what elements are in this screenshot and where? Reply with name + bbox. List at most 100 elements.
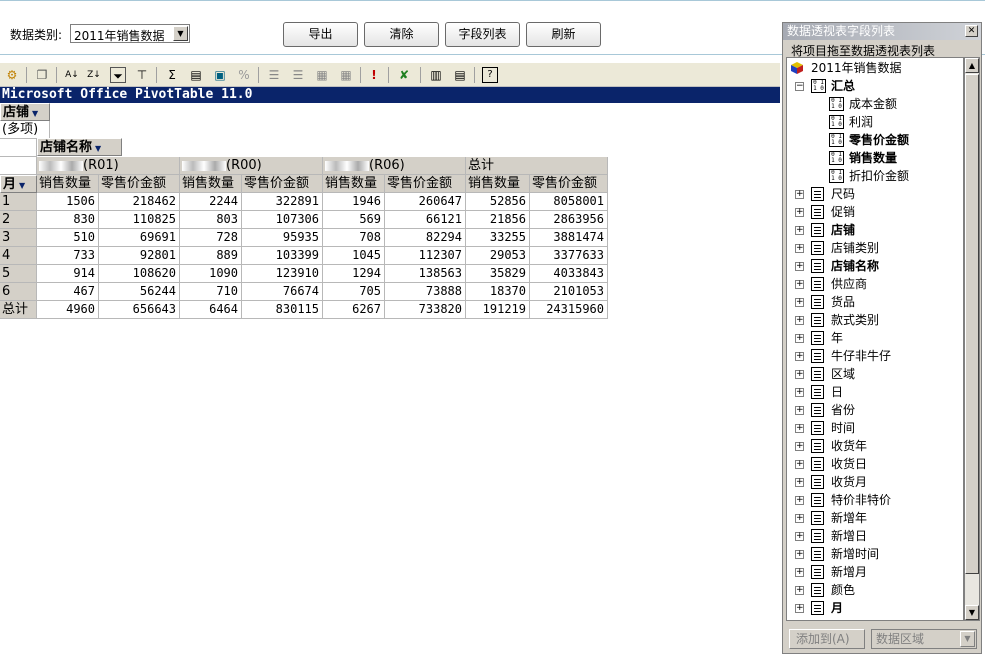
copy-icon[interactable]: ❐ (34, 67, 50, 83)
refresh-button[interactable]: 刷新 (526, 22, 601, 47)
collapse-icon[interactable]: ☰ (290, 67, 306, 83)
data-cell[interactable]: 728 (180, 229, 242, 247)
expand-icon[interactable]: + (795, 262, 804, 271)
expand-icon[interactable]: + (795, 280, 804, 289)
data-cell[interactable]: 92801 (99, 247, 180, 265)
chevron-down-icon[interactable]: ▼ (173, 26, 188, 41)
format-report-icon[interactable]: ⚙ (4, 67, 20, 83)
data-cell[interactable]: 8058001 (530, 193, 608, 211)
expand-icon[interactable]: + (795, 244, 804, 253)
expand-icon[interactable]: + (795, 424, 804, 433)
data-cell[interactable]: 56244 (99, 283, 180, 301)
data-cell[interactable]: 569 (323, 211, 385, 229)
expand-icon[interactable]: + (795, 496, 804, 505)
data-cell[interactable]: 4033843 (530, 265, 608, 283)
measure-header-quantity[interactable]: 销售数量 (37, 175, 99, 193)
show-details-icon[interactable]: ▦ (314, 67, 330, 83)
row-label-month[interactable]: 6 (0, 283, 37, 301)
calculated-field-icon[interactable]: ▣ (212, 67, 228, 83)
expand-icon[interactable]: + (795, 388, 804, 397)
data-cell[interactable]: 108620 (99, 265, 180, 283)
measure-header-amount[interactable]: 零售价金额 (530, 175, 608, 193)
row-label-month[interactable]: 4 (0, 247, 37, 265)
field-list-button[interactable]: 字段列表 (445, 22, 520, 47)
expand-icon[interactable]: + (795, 352, 804, 361)
data-cell[interactable]: 914 (37, 265, 99, 283)
data-cell[interactable]: 82294 (385, 229, 466, 247)
chevron-down-icon[interactable]: ▼ (960, 631, 975, 647)
data-cell[interactable]: 708 (323, 229, 385, 247)
row-field-month[interactable]: 月 ▼ (0, 175, 37, 193)
grand-total-cell[interactable]: 733820 (385, 301, 466, 319)
data-cell[interactable]: 66121 (385, 211, 466, 229)
data-cell[interactable]: 95935 (242, 229, 323, 247)
add-to-button[interactable]: 添加到(A) (789, 629, 865, 649)
data-cell[interactable]: 35829 (466, 265, 530, 283)
scroll-thumb[interactable] (965, 74, 979, 574)
area-select[interactable]: 数据区域 ▼ (871, 629, 977, 649)
data-cell[interactable]: 803 (180, 211, 242, 229)
expand-icon[interactable]: + (795, 226, 804, 235)
row-label-month[interactable]: 3 (0, 229, 37, 247)
data-cell[interactable]: 710 (180, 283, 242, 301)
data-cell[interactable]: 103399 (242, 247, 323, 265)
expand-icon[interactable]: + (795, 478, 804, 487)
expand-icon[interactable]: + (795, 370, 804, 379)
expand-icon[interactable]: + (795, 514, 804, 523)
data-cell[interactable]: 110825 (99, 211, 180, 229)
data-cell[interactable]: 73888 (385, 283, 466, 301)
expand-icon[interactable]: + (795, 568, 804, 577)
autosum-icon[interactable]: Σ (164, 67, 180, 83)
export-excel-icon[interactable]: ✘ (396, 67, 412, 83)
export-button[interactable]: 导出 (283, 22, 358, 47)
data-cell[interactable]: 18370 (466, 283, 530, 301)
data-cell[interactable]: 889 (180, 247, 242, 265)
data-cell[interactable]: 733 (37, 247, 99, 265)
expand-icon[interactable]: + (795, 532, 804, 541)
grand-total-cell[interactable]: 6464 (180, 301, 242, 319)
measure-header-quantity[interactable]: 销售数量 (180, 175, 242, 193)
data-cell[interactable]: 2863956 (530, 211, 608, 229)
data-cell[interactable]: 3881474 (530, 229, 608, 247)
data-cell[interactable]: 705 (323, 283, 385, 301)
expand-icon[interactable]: + (795, 604, 804, 613)
data-cell[interactable]: 830 (37, 211, 99, 229)
page-field-store[interactable]: 店铺 ▼ (0, 103, 50, 121)
grand-total-cell[interactable]: 6267 (323, 301, 385, 319)
grand-total-cell[interactable]: 830115 (242, 301, 323, 319)
data-cell[interactable]: 510 (37, 229, 99, 247)
data-cell[interactable]: 138563 (385, 265, 466, 283)
data-cell[interactable]: 1946 (323, 193, 385, 211)
data-cell[interactable]: 69691 (99, 229, 180, 247)
expand-icon[interactable]: + (795, 316, 804, 325)
row-label-month[interactable]: 1 (0, 193, 37, 211)
expand-icon[interactable]: + (795, 298, 804, 307)
grand-total-label[interactable]: 总计 (0, 301, 37, 319)
field-list-icon[interactable]: ▥ (428, 67, 444, 83)
clear-button[interactable]: 清除 (364, 22, 439, 47)
subtotal-icon[interactable]: ▤ (188, 67, 204, 83)
measure-header-amount[interactable]: 零售价金额 (242, 175, 323, 193)
data-cell[interactable]: 218462 (99, 193, 180, 211)
measure-header-quantity[interactable]: 销售数量 (323, 175, 385, 193)
close-icon[interactable]: ✕ (965, 25, 978, 37)
data-cell[interactable]: 1045 (323, 247, 385, 265)
data-cell[interactable]: 2101053 (530, 283, 608, 301)
data-cell[interactable]: 260647 (385, 193, 466, 211)
expand-icon[interactable]: + (795, 406, 804, 415)
properties-icon[interactable]: ▤ (452, 67, 468, 83)
data-cell[interactable]: 2244 (180, 193, 242, 211)
sort-descending-icon[interactable]: Z↓ (86, 67, 102, 83)
chevron-down-icon[interactable]: ▼ (32, 109, 38, 118)
measure-header-amount[interactable]: 零售价金额 (99, 175, 180, 193)
data-cell[interactable]: 76674 (242, 283, 323, 301)
data-cell[interactable]: 467 (37, 283, 99, 301)
vertical-scrollbar[interactable]: ▲ ▼ (964, 57, 980, 621)
chevron-down-icon[interactable]: ▼ (95, 144, 101, 153)
data-cell[interactable]: 1090 (180, 265, 242, 283)
hide-details-icon[interactable]: ▦ (338, 67, 354, 83)
help-icon[interactable]: ? (482, 67, 498, 83)
measure-header-amount[interactable]: 零售价金额 (385, 175, 466, 193)
expand-icon[interactable]: + (795, 190, 804, 199)
chevron-down-icon[interactable]: ▼ (19, 181, 25, 190)
